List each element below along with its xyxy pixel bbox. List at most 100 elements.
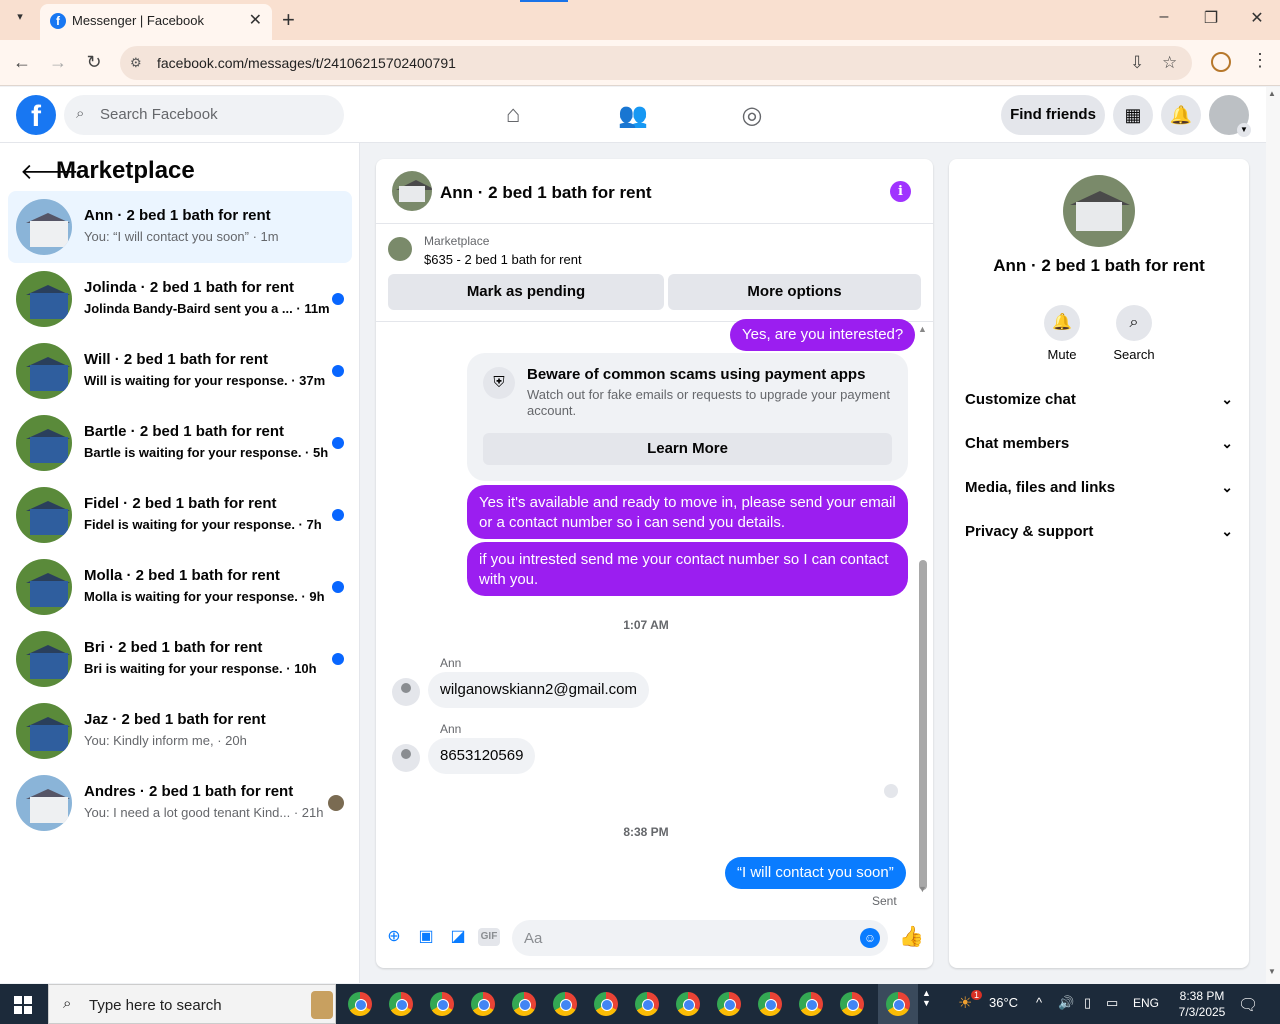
notification-center-icon[interactable]: 🗨	[1238, 995, 1258, 1015]
facebook-logo[interactable]: f	[16, 95, 56, 135]
conversation-preview: Bri is waiting for your response. · 10h	[84, 661, 317, 676]
message-input[interactable]: Aa ☺	[512, 920, 888, 956]
battery-icon[interactable]: ▯	[1084, 995, 1091, 1011]
gif-icon[interactable]: GIF	[478, 928, 500, 946]
search-conversation-button[interactable]: ⌕ Search	[1104, 305, 1164, 362]
site-info-icon[interactable]: ⚙	[130, 55, 142, 71]
taskbar-search-box[interactable]: ⌕ Type here to search	[48, 984, 336, 1024]
outgoing-message[interactable]: Yes it's available and ready to move in,…	[467, 485, 908, 539]
incoming-message[interactable]: 8653120569	[428, 738, 536, 774]
learn-more-button[interactable]: Learn More	[483, 433, 892, 465]
forward-arrow-icon[interactable]: →	[46, 52, 70, 73]
new-tab-button[interactable]: +	[282, 7, 295, 33]
conversation-item-jolinda[interactable]: Jolinda · 2 bed 1 bath for rent Jolinda …	[8, 263, 352, 335]
chrome-app-icon[interactable]	[799, 992, 823, 1016]
close-window-button[interactable]: ✕	[1242, 8, 1272, 28]
row-label: Privacy & support	[965, 523, 1094, 540]
back-arrow-icon[interactable]: ←	[10, 52, 34, 73]
find-friends-button[interactable]: Find friends	[1001, 95, 1105, 135]
plus-circle-icon[interactable]: ⊕	[383, 926, 405, 948]
scroll-up-icon[interactable]: ▲	[1268, 89, 1276, 98]
outgoing-message[interactable]: Yes, are you interested?	[730, 319, 916, 351]
bookmark-star-icon[interactable]: ☆	[1162, 53, 1177, 73]
minimize-button[interactable]: –	[1149, 8, 1179, 26]
temperature[interactable]: 36°C	[989, 995, 1018, 1010]
conversation-item-ann[interactable]: Ann · 2 bed 1 bath for rent You: “I will…	[8, 191, 352, 263]
chrome-app-icon[interactable]	[758, 992, 782, 1016]
facebook-search-input[interactable]: ⌕ Search Facebook	[64, 95, 344, 135]
chrome-app-icon[interactable]	[635, 992, 659, 1016]
conversation-item-jaz[interactable]: Jaz · 2 bed 1 bath for rent You: Kindly …	[8, 695, 352, 767]
menu-grid-icon[interactable]: ▦	[1113, 95, 1153, 135]
conversation-item-molla[interactable]: Molla · 2 bed 1 bath for rent Molla is w…	[8, 551, 352, 623]
customize-chat-row[interactable]: Customize chat ⌄	[965, 391, 1233, 415]
sticker-icon[interactable]: ◪	[447, 926, 469, 948]
groups-icon[interactable]: ◎	[737, 101, 767, 130]
chrome-app-icon[interactable]	[430, 992, 454, 1016]
emoji-icon[interactable]: ☺	[860, 928, 880, 948]
clock-time: 8:38 PM	[1179, 989, 1225, 1003]
home-icon[interactable]: ⌂	[498, 101, 528, 129]
mute-button[interactable]: 🔔 Mute	[1032, 305, 1092, 362]
language-indicator[interactable]: ENG	[1133, 996, 1159, 1010]
scroll-down-icon[interactable]: ▼	[918, 884, 927, 894]
windows-start-icon[interactable]	[14, 996, 32, 1014]
photo-icon[interactable]: ▣	[415, 926, 437, 948]
chrome-app-icon[interactable]	[389, 992, 413, 1016]
hidden-icons-chevron-icon[interactable]: ^	[1036, 995, 1042, 1010]
install-app-icon[interactable]: ⇩	[1130, 53, 1144, 73]
reload-icon[interactable]: ↻	[82, 52, 106, 73]
restore-button[interactable]: ❐	[1196, 8, 1226, 28]
chat-scrollbar[interactable]: ▲ ▼	[917, 322, 929, 898]
chrome-app-icon[interactable]	[717, 992, 741, 1016]
scroll-up-icon[interactable]: ▲	[918, 324, 927, 334]
browser-menu-icon[interactable]: ⋮	[1251, 50, 1269, 71]
volume-icon[interactable]: 🔊	[1058, 995, 1074, 1011]
info-icon[interactable]: i	[890, 181, 911, 202]
chat-title[interactable]: Ann · 2 bed 1 bath for rent	[440, 183, 652, 203]
privacy-support-row[interactable]: Privacy & support ⌄	[965, 523, 1233, 547]
account-avatar[interactable]: ▼	[1209, 95, 1251, 137]
address-bar[interactable]: ⚙ facebook.com/messages/t/24106215702400…	[120, 46, 1192, 80]
tab-search-chevron-icon[interactable]: ▾	[8, 10, 32, 30]
listing-price[interactable]: $635 - 2 bed 1 bath for rent	[424, 252, 582, 267]
scrollbar-thumb[interactable]	[919, 560, 927, 890]
taskbar-clock[interactable]: 8:38 PM 7/3/2025	[1172, 988, 1232, 1020]
chrome-app-icon[interactable]	[840, 992, 864, 1016]
page-scrollbar[interactable]: ▲ ▼	[1266, 87, 1280, 983]
conversation-item-fidel[interactable]: Fidel · 2 bed 1 bath for rent Fidel is w…	[8, 479, 352, 551]
mark-as-pending-button[interactable]: Mark as pending	[388, 274, 664, 310]
conversation-item-andres[interactable]: Andres · 2 bed 1 bath for rent You: I ne…	[8, 767, 352, 839]
browser-profile-icon[interactable]	[1211, 52, 1231, 72]
tab-close-icon[interactable]: ✕	[249, 10, 262, 30]
chrome-app-icon[interactable]	[471, 992, 495, 1016]
url-text[interactable]: facebook.com/messages/t/2410621570240079…	[157, 55, 456, 71]
conversation-item-bartle[interactable]: Bartle · 2 bed 1 bath for rent Bartle is…	[8, 407, 352, 479]
chrome-app-icon[interactable]	[594, 992, 618, 1016]
facebook-favicon-icon: f	[50, 13, 66, 29]
conversation-item-will[interactable]: Will · 2 bed 1 bath for rent Will is wai…	[8, 335, 352, 407]
chrome-app-icon[interactable]	[512, 992, 536, 1016]
chrome-app-icon[interactable]	[553, 992, 577, 1016]
search-icon: ⌕	[76, 105, 85, 122]
unread-dot	[332, 653, 344, 665]
scroll-down-icon[interactable]: ▼	[1268, 967, 1276, 976]
chat-members-row[interactable]: Chat members ⌄	[965, 435, 1233, 459]
chat-avatar[interactable]	[392, 171, 432, 211]
notifications-bell-icon[interactable]: 🔔	[1161, 95, 1201, 135]
chrome-app-icon[interactable]	[348, 992, 372, 1016]
conversation-item-bri[interactable]: Bri · 2 bed 1 bath for rent Bri is waiti…	[8, 623, 352, 695]
network-icon[interactable]: ▭	[1106, 995, 1118, 1011]
friends-icon[interactable]: 👥	[618, 101, 648, 130]
media-files-links-row[interactable]: Media, files and links ⌄	[965, 479, 1233, 503]
thumbs-up-icon[interactable]: 👍	[899, 926, 924, 948]
outgoing-message[interactable]: if you intrested send me your contact nu…	[467, 542, 908, 596]
outgoing-message[interactable]: “I will contact you soon”	[725, 857, 906, 889]
incoming-message[interactable]: wilganowskiann2@gmail.com	[428, 672, 649, 708]
chrome-app-icon[interactable]	[886, 992, 910, 1016]
listing-thumbnail	[16, 343, 72, 399]
taskbar-scroll-icon[interactable]: ▲ ▼	[922, 988, 931, 1008]
browser-tab-messenger[interactable]: f Messenger | Facebook ✕	[40, 4, 272, 40]
more-options-button[interactable]: More options	[668, 274, 921, 310]
chrome-app-icon[interactable]	[676, 992, 700, 1016]
